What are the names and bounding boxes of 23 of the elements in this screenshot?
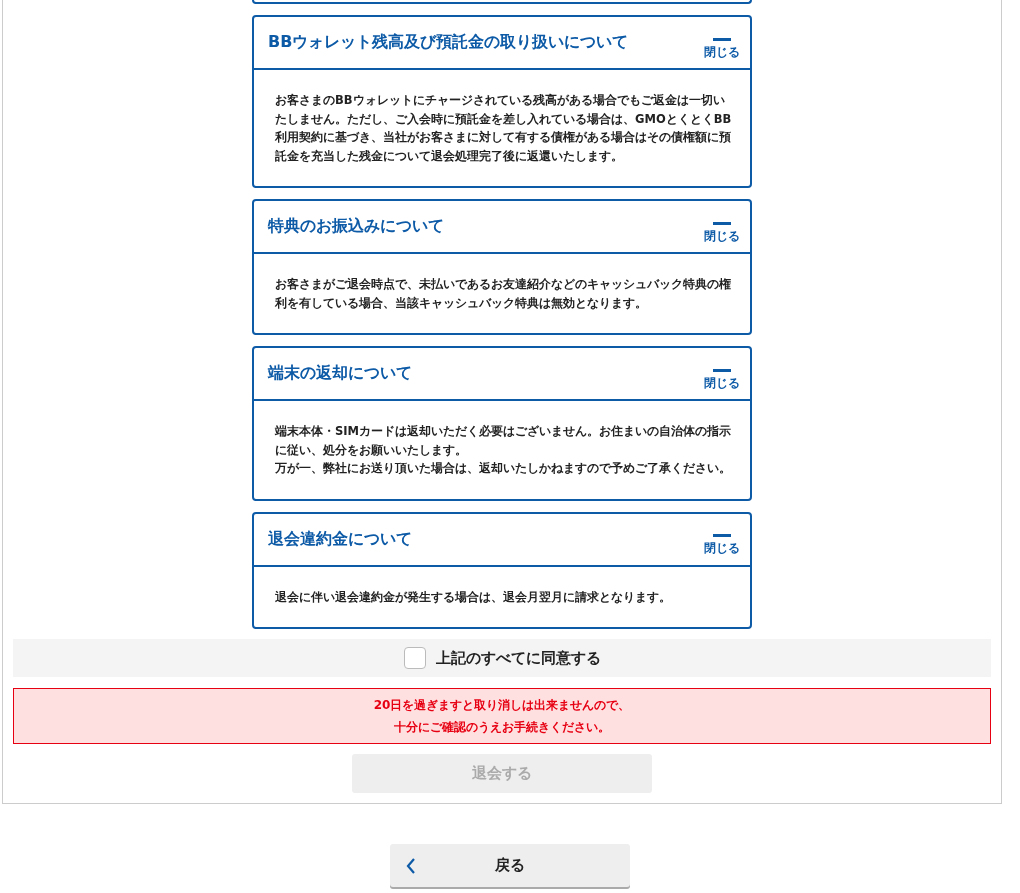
minus-icon — [713, 534, 731, 537]
minus-icon — [713, 37, 731, 41]
section-title: 特典のお振込みについて — [268, 216, 444, 237]
section-text: 端末本体・SIMカードは返却いただく必要はございません。お住まいの自治体の指示に従い、処分をお願いいたします。 — [275, 423, 732, 459]
section-title: 退会違約金について — [268, 528, 412, 550]
chevron-left-icon — [406, 857, 416, 874]
checkbox[interactable] — [403, 647, 426, 669]
checkbox-label: 上記のすべてに同意する — [435, 648, 601, 668]
section-title: 端末の返却について — [268, 363, 412, 384]
collapse-toggle[interactable]: 閉じる — [704, 368, 740, 391]
minus-icon — [713, 221, 731, 225]
section-text: お客さまがご退会時点で、未払いであるお友達紹介などのキャッシュバック特典の権利を有している場合、当該キャッシュバック特典は無効となります。 — [275, 276, 732, 312]
minus-icon — [713, 368, 731, 372]
warning-text: 20日を過ぎますと取り消しは出来ませんので、 — [373, 697, 631, 714]
section-text: 万が一、弊社にお送り頂いた場合は、返却いたしかねますので予めご了承ください。 — [275, 460, 732, 477]
warning-text: 十分にご確認のうえお手続きください。 — [394, 719, 610, 736]
collapse-toggle[interactable]: 閉じる — [704, 534, 740, 556]
section-text: 退会に伴い退会違約金が発生する場合は、退会月翌月に請求となります。 — [275, 588, 672, 606]
back-button[interactable]: 戻る — [390, 844, 630, 887]
section-text: お客さまのBBウォレットにチャージされている残高がある場合でもご返金は一切いたしません。ただし、ご入会時に預託金を差し入れている場合は、GMOとくとくBB利用契約に基づき、当社がお客さまに対して有する債権がある場合はその債権額に預託金を充当した残金について退会処理完了後に返還いたします。 — [275, 92, 732, 165]
section-title: BBウォレット残高及び預託金の取り扱いについて — [268, 32, 629, 53]
collapse-toggle[interactable]: 閉じる — [704, 37, 740, 60]
collapse-toggle[interactable]: 閉じる — [704, 221, 740, 244]
